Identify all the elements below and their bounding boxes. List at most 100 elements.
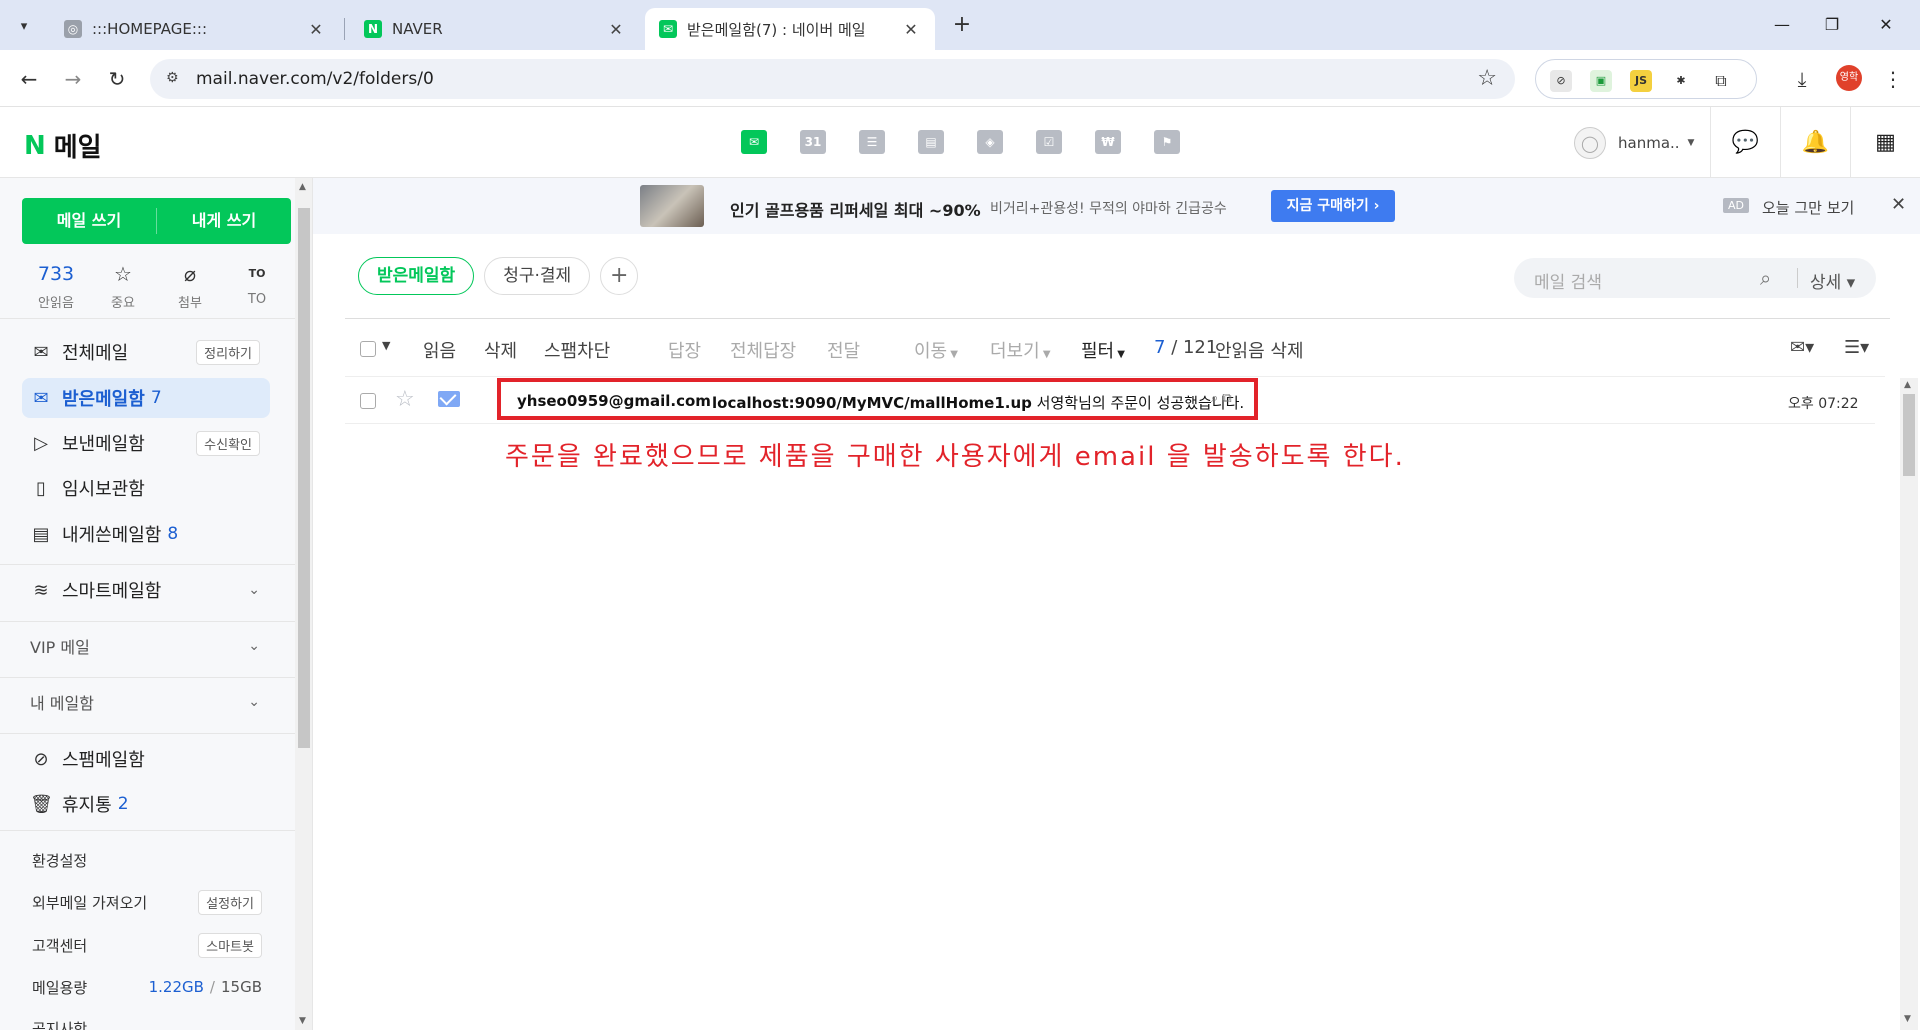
site-info-icon[interactable]: ⚙ [166,70,184,88]
read-receipt-button[interactable]: 수신확인 [196,430,260,456]
notice-link[interactable]: 공지사항 [32,1012,262,1030]
calendar-service-icon[interactable]: 31 [798,127,828,157]
browser-tab-homepage[interactable]: ◎ :::HOMEPAGE::: ✕ [50,8,340,50]
write-mail-button[interactable]: 메일 쓰기 [22,198,156,244]
memo-service-icon[interactable]: ☰ [857,127,887,157]
list-options-icon[interactable]: ☰▾ [1844,337,1869,358]
chevron-down-icon[interactable]: ⌄ [248,638,260,654]
ad-buy-button[interactable]: 지금 구매하기 › [1271,190,1395,222]
chip-inbox[interactable]: 받은메일함 [358,257,475,295]
more-button[interactable]: 더보기 ▼ [990,337,1051,363]
browser-tab-naver[interactable]: N NAVER ✕ [350,8,640,50]
spam-block-button[interactable]: 스팸차단 [544,337,610,363]
extension-1-icon[interactable]: ⊘ [1550,70,1572,92]
bookmark-star-icon[interactable]: ☆ [1477,66,1497,91]
forward-button[interactable]: 전달 [827,337,860,363]
forward-button[interactable]: → [58,64,88,94]
folder-sent[interactable]: ▷ 보낸메일함 수신확인 [22,423,270,463]
chevron-down-icon[interactable]: ⌄ [248,694,260,710]
bookmark-service-icon[interactable]: ⚑ [1152,127,1182,157]
mybox-service-icon[interactable]: ◈ [975,127,1005,157]
read-status-envelope-icon[interactable] [438,391,460,407]
search-input[interactable]: 메일 검색 [1534,268,1602,293]
mail-row-checkbox[interactable] [360,393,376,409]
folder-self[interactable]: ▤ 내게쓴메일함 8 [22,514,270,554]
apps-grid-icon[interactable]: ▦ [1850,107,1920,178]
support-link[interactable]: 고객센터 스마트봇 [32,929,262,961]
folder-inbox[interactable]: ✉ 받은메일함 7 [22,378,270,418]
star-toggle-icon[interactable]: ☆ [395,387,415,412]
reply-button[interactable]: 답장 [668,337,701,363]
move-button[interactable]: 이동 ▼ [914,337,958,363]
mark-read-button[interactable]: 읽음 [423,337,456,363]
search-icon[interactable]: ⌕ [1760,266,1771,290]
chip-billing[interactable]: 청구·결제 [484,257,591,295]
delete-unread-button[interactable]: 안읽음 삭제 [1215,337,1304,363]
close-tab-icon[interactable]: ✕ [306,20,326,39]
talk-icon[interactable]: 💬 [1710,107,1780,178]
mail-view-toggle-icon[interactable]: ✉▾ [1790,337,1814,358]
naver-mail-logo[interactable]: N 메일 [24,127,102,164]
scroll-down-arrow-icon[interactable]: ▼ [299,1016,306,1026]
filter-button[interactable]: 필터 ▼ [1081,337,1125,363]
folder-vip[interactable]: VIP 메일 ⌄ [22,626,270,666]
extensions-puzzle-icon[interactable]: ⧉ [1710,70,1732,92]
select-all-checkbox[interactable] [360,341,376,357]
quick-unread[interactable]: 733 안읽음 [26,260,86,311]
extension-2-icon[interactable]: ▣ [1590,70,1612,92]
detail-search-button[interactable]: 상세 ▾ [1810,268,1855,293]
tab-search-button[interactable]: ▾ [10,12,38,40]
browser-tab-mail[interactable]: ✉ 받은메일함(7) : 네이버 메일 ✕ [645,8,935,50]
close-ad-icon[interactable]: ✕ [1891,194,1906,215]
main-scroll-thumb[interactable] [1903,394,1915,476]
scroll-down-arrow-icon[interactable]: ▼ [1904,1014,1911,1024]
quick-attachment[interactable]: ⌀ 첨부 [160,260,220,311]
external-setup-button[interactable]: 설정하기 [198,889,262,915]
quick-to[interactable]: TO TO [227,260,287,307]
folder-trash[interactable]: 🗑 휴지통 2 [22,784,270,824]
scroll-up-arrow-icon[interactable]: ▲ [1904,380,1911,390]
quick-important[interactable]: ☆ 중요 [93,260,153,311]
external-mail-link[interactable]: 외부메일 가져오기 설정하기 [32,886,262,918]
ad-image[interactable] [640,185,704,227]
pay-service-icon[interactable]: ₩ [1093,127,1123,157]
folder-my[interactable]: 내 메일함 ⌄ [22,682,270,722]
profile-avatar[interactable]: 영학 [1836,65,1862,91]
user-menu[interactable]: ◯ hanma.. ▼ [1574,127,1694,159]
hide-today-link[interactable]: 오늘 그만 보기 [1762,197,1854,218]
contacts-service-icon[interactable]: ▤ [916,127,946,157]
smartbot-button[interactable]: 스마트봇 [198,932,262,958]
ad-banner[interactable]: 인기 골프용품 리퍼세일 최대 ~90% 비거리+관용성! 무적의 야마하 긴급… [313,178,1920,234]
sidebar-scroll-thumb[interactable] [298,208,310,748]
notification-bell-icon[interactable]: 🔔 [1780,107,1850,178]
restore-button[interactable]: ❐ [1812,10,1852,40]
folder-spam[interactable]: ⊘ 스팸메일함 [22,739,270,779]
mail-service-icon[interactable]: ✉ [739,127,769,157]
delete-button[interactable]: 삭제 [484,337,517,363]
back-button[interactable]: ← [14,64,44,94]
new-tab-button[interactable]: + [948,12,976,40]
close-tab-icon[interactable]: ✕ [901,20,921,39]
browser-menu-icon[interactable]: ⋮ [1878,64,1908,94]
organize-button[interactable]: 정리하기 [196,339,260,365]
write-self-button[interactable]: 내게 쓰기 [157,198,291,244]
close-window-button[interactable]: ✕ [1866,10,1906,40]
main-scrollbar[interactable]: ▲ ▼ [1900,378,1918,1030]
reload-button[interactable]: ↻ [102,64,132,94]
minimize-button[interactable]: — [1762,10,1802,40]
select-options-caret-icon[interactable]: ▼ [382,339,390,352]
folder-drafts[interactable]: ▯ 임시보관함 [22,468,270,508]
folder-smart[interactable]: ≋ 스마트메일함 ⌄ [22,570,270,610]
address-bar[interactable]: ⚙ mail.naver.com/v2/folders/0 ☆ [150,59,1515,99]
reply-all-button[interactable]: 전체답장 [730,337,796,363]
chevron-down-icon[interactable]: ⌄ [248,582,260,598]
bug-extension-icon[interactable]: ✱ [1670,70,1692,92]
folder-all[interactable]: ✉ 전체메일 정리하기 [22,332,270,372]
close-tab-icon[interactable]: ✕ [606,20,626,39]
add-chip-button[interactable]: + [600,257,639,295]
scroll-up-arrow-icon[interactable]: ▲ [299,182,306,192]
sidebar-scrollbar[interactable]: ▲ ▼ [295,178,312,1030]
js-extension-icon[interactable]: JS [1630,70,1652,92]
download-icon[interactable]: ⤓ [1787,64,1817,94]
url-text[interactable]: mail.naver.com/v2/folders/0 [196,69,434,89]
